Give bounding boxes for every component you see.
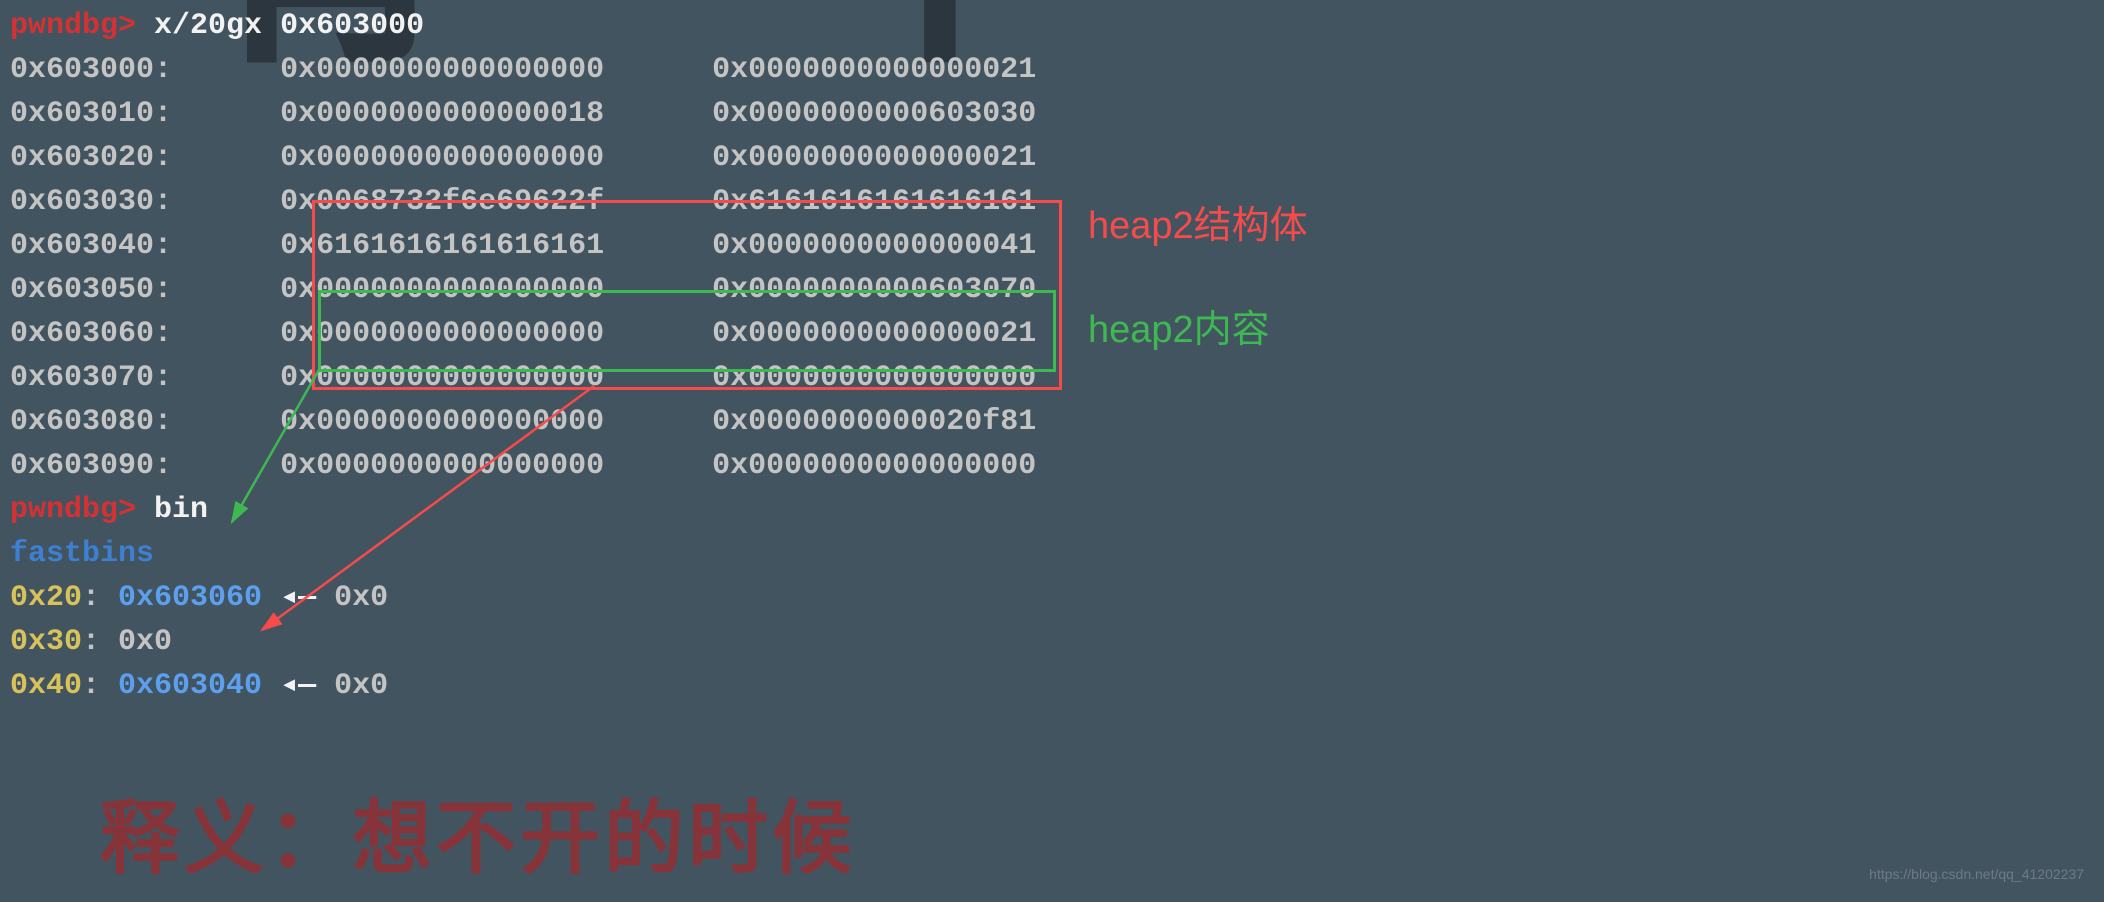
watermark-text: https://blog.csdn.net/qq_41202237	[1869, 852, 2084, 896]
memory-row: 0x603060: 0x0000000000000000 0x000000000…	[10, 312, 2094, 356]
mem-addr: 0x603010:	[10, 97, 172, 131]
mem-val: 0x0000000000000000	[280, 405, 604, 439]
memory-row: 0x603000: 0x0000000000000000 0x000000000…	[10, 48, 2094, 92]
mem-val: 0x0000000000000021	[712, 141, 1036, 175]
mem-val: 0x0000000000000000	[280, 449, 604, 483]
mem-val: 0x0000000000000000	[280, 317, 604, 351]
memory-row: 0x603080: 0x0000000000000000 0x000000000…	[10, 400, 2094, 444]
memory-row: 0x603030: 0x0068732f6e69622f 0x616161616…	[10, 180, 2094, 224]
cmd-examine: x/20gx 0x603000	[154, 9, 424, 43]
mem-addr: 0x603040:	[10, 229, 172, 263]
bin-next: 0x0	[334, 581, 388, 615]
memory-row: 0x603050: 0x0000000000000000 0x000000000…	[10, 268, 2094, 312]
command-line-1: pwndbg> x/20gx 0x603000	[10, 4, 2094, 48]
mem-addr: 0x603060:	[10, 317, 172, 351]
memory-row: 0x603020: 0x0000000000000000 0x000000000…	[10, 136, 2094, 180]
memory-row: 0x603090: 0x0000000000000000 0x000000000…	[10, 444, 2094, 488]
bin-ptr: 0x0	[118, 625, 172, 659]
mem-val: 0x0000000000000000	[280, 361, 604, 395]
mem-val: 0x0000000000020f81	[712, 405, 1036, 439]
mem-val: 0x0000000000000000	[280, 141, 604, 175]
bin-ptr: 0x603040	[118, 669, 262, 703]
bin-next: 0x0	[334, 669, 388, 703]
mem-val: 0x0000000000000000	[712, 449, 1036, 483]
annotation-label-struct: heap2结构体	[1088, 204, 1308, 248]
mem-val: 0x0000000000000021	[712, 53, 1036, 87]
mem-val: 0x0000000000603070	[712, 273, 1036, 307]
command-line-2: pwndbg> bin	[10, 488, 2094, 532]
mem-addr: 0x603000:	[10, 53, 172, 87]
mem-val: 0x0000000000000021	[712, 317, 1036, 351]
bin-row: 0x40: 0x603040 ◂— 0x0	[10, 664, 2094, 708]
mem-val: 0x0000000000603030	[712, 97, 1036, 131]
mem-val: 0x6161616161616161	[712, 185, 1036, 219]
bin-size: 0x20	[10, 581, 82, 615]
memory-row: 0x603070: 0x0000000000000000 0x000000000…	[10, 356, 2094, 400]
annotation-label-content: heap2内容	[1088, 308, 1270, 352]
arrow-icon: ◂—	[280, 581, 316, 615]
prompt-1: pwndbg>	[10, 9, 136, 43]
bin-size: 0x40	[10, 669, 82, 703]
memory-row: 0x603010: 0x0000000000000018 0x000000000…	[10, 92, 2094, 136]
mem-val: 0x0000000000000000	[280, 273, 604, 307]
mem-addr: 0x603020:	[10, 141, 172, 175]
prompt-2: pwndbg>	[10, 493, 136, 527]
mem-val: 0x0068732f6e69622f	[280, 185, 604, 219]
mem-val: 0x0000000000000018	[280, 97, 604, 131]
mem-addr: 0x603070:	[10, 361, 172, 395]
memory-row: 0x603040: 0x6161616161616161 0x000000000…	[10, 224, 2094, 268]
mem-addr: 0x603030:	[10, 185, 172, 219]
cmd-bin: bin	[154, 493, 208, 527]
mem-val: 0x6161616161616161	[280, 229, 604, 263]
bin-row: 0x20: 0x603060 ◂— 0x0	[10, 576, 2094, 620]
terminal-output: pwndbg> x/20gx 0x603000 0x603000: 0x0000…	[0, 0, 2104, 712]
fastbins-header: fastbins	[10, 532, 2094, 576]
bin-size: 0x30	[10, 625, 82, 659]
mem-addr: 0x603090:	[10, 449, 172, 483]
background-text-bottom: 释义：想不开的时候	[100, 818, 856, 862]
bin-ptr: 0x603060	[118, 581, 262, 615]
fastbins-label: fastbins	[10, 537, 154, 571]
mem-val: 0x0000000000000041	[712, 229, 1036, 263]
arrow-icon: ◂—	[280, 669, 316, 703]
bin-row: 0x30: 0x0	[10, 620, 2094, 664]
mem-addr: 0x603050:	[10, 273, 172, 307]
mem-addr: 0x603080:	[10, 405, 172, 439]
mem-val: 0x0000000000000000	[712, 361, 1036, 395]
mem-val: 0x0000000000000000	[280, 53, 604, 87]
